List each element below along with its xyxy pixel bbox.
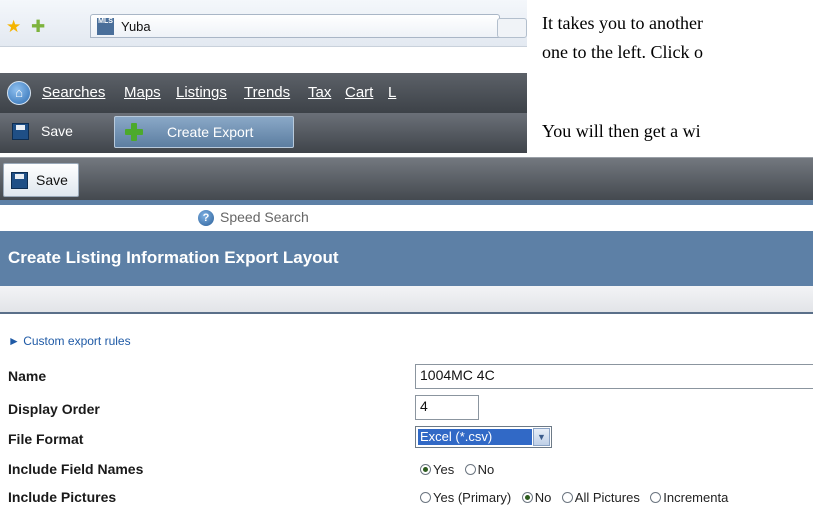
- pictures-no-radio[interactable]: [521, 492, 533, 503]
- doc-text-line-3: You will then get a wi: [542, 121, 701, 141]
- app-save-label: Save: [36, 172, 68, 188]
- app-toolbar: [0, 157, 813, 201]
- include-pictures-label: Include Pictures: [8, 489, 117, 505]
- browser-snippet: ★ ✚ MLS Yuba ⌂ Searches Maps Listings Tr…: [0, 0, 527, 153]
- app-save-button[interactable]: Save: [3, 163, 79, 197]
- field-names-no-radio[interactable]: [464, 464, 476, 475]
- menu-item-cart[interactable]: Cart: [345, 84, 373, 101]
- doc-text-line-1: It takes you to another: [542, 13, 703, 33]
- pictures-incremental-radio[interactable]: [650, 492, 662, 503]
- pictures-incremental-label: Incrementa: [663, 490, 729, 505]
- plus-icon: [125, 123, 143, 141]
- browser-tab-title: Yuba: [121, 19, 151, 34]
- menu-item-maps[interactable]: Maps: [124, 84, 161, 101]
- pictures-radio-group: Yes (Primary) No All Pictures Incrementa: [420, 489, 813, 507]
- file-format-selected: Excel (*.csv): [418, 429, 532, 445]
- menu-item-trends[interactable]: Trends: [244, 84, 290, 101]
- speed-search-input[interactable]: Speed Search: [220, 209, 309, 225]
- menu-item-tax[interactable]: Tax: [308, 84, 331, 101]
- browser-tab[interactable]: MLS Yuba: [90, 14, 500, 38]
- file-format-label: File Format: [8, 431, 84, 447]
- mls-site-icon: MLS: [97, 18, 114, 35]
- add-favorites-icon[interactable]: ✚: [31, 18, 45, 35]
- new-tab-button[interactable]: [497, 18, 527, 38]
- field-names-yes-radio[interactable]: [420, 464, 431, 475]
- chevron-down-icon[interactable]: ▼: [533, 428, 550, 446]
- name-label: Name: [8, 368, 47, 384]
- favorites-star-icon[interactable]: ★: [6, 18, 21, 35]
- subheader-band: [0, 286, 813, 314]
- custom-export-rules-link[interactable]: ► Custom export rules: [8, 334, 131, 348]
- display-order-field[interactable]: 4: [415, 395, 479, 420]
- field-names-radio-group: Yes No: [420, 461, 500, 479]
- pictures-all-label: All Pictures: [574, 490, 640, 505]
- pictures-all-radio[interactable]: [561, 492, 573, 503]
- help-icon[interactable]: ?: [198, 210, 214, 226]
- name-field[interactable]: 1004MC 4C: [415, 364, 813, 389]
- file-format-select[interactable]: Excel (*.csv) ▼: [415, 426, 552, 448]
- floppy-disk-icon: [11, 172, 28, 189]
- speed-search-bar[interactable]: [0, 205, 813, 231]
- menu-item-l[interactable]: L: [388, 84, 396, 101]
- floppy-disk-icon: [12, 123, 29, 140]
- menu-item-searches[interactable]: Searches: [42, 84, 105, 101]
- display-order-label: Display Order: [8, 401, 100, 417]
- pictures-no-label: No: [534, 490, 552, 505]
- save-button[interactable]: Save: [8, 116, 108, 148]
- page-title: Create Listing Information Export Layout: [8, 248, 339, 267]
- include-field-names-label: Include Field Names: [8, 461, 144, 477]
- create-export-label: Create Export: [167, 124, 254, 140]
- home-icon[interactable]: ⌂: [7, 81, 31, 105]
- pictures-yes-primary-radio[interactable]: [420, 492, 431, 503]
- pictures-yes-primary-label: Yes (Primary): [433, 490, 512, 505]
- doc-text-line-2: one to the left. Click o: [542, 42, 703, 62]
- menu-item-listings[interactable]: Listings: [176, 84, 227, 101]
- save-button-label: Save: [41, 123, 73, 139]
- field-names-no-label: No: [477, 462, 495, 477]
- create-export-button[interactable]: Create Export: [114, 116, 294, 148]
- field-names-yes-label: Yes: [433, 462, 455, 477]
